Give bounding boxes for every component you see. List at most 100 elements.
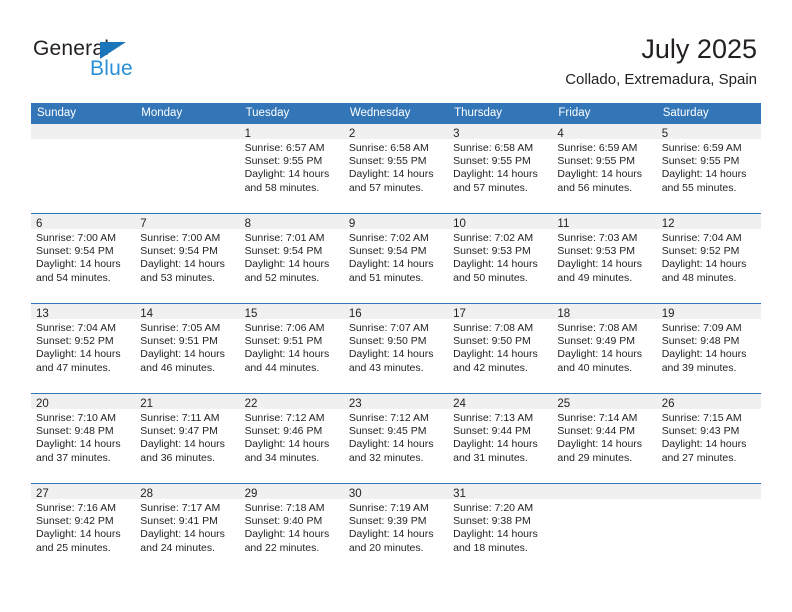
calendar-day-cell[interactable]: 8 Sunrise: 7:01 AM Sunset: 9:54 PM Daylight…: [239, 214, 344, 303]
sunrise-text: Sunrise: 7:14 AM: [557, 412, 638, 424]
daylight-text-line2: and 40 minutes.: [557, 361, 633, 374]
calendar-day-cell[interactable]: 1 Sunrise: 6:57 AM Sunset: 9:55 PM Daylight…: [239, 124, 344, 213]
calendar-day-cell[interactable]: 5 Sunrise: 6:59 AM Sunset: 9:55 PM Daylight…: [656, 124, 761, 213]
calendar-day-cell[interactable]: 2 Sunrise: 6:58 AM Sunset: 9:55 PM Daylight…: [343, 124, 449, 213]
calendar-week-row: 6 Sunrise: 7:00 AM Sunset: 9:54 PM Daylight…: [31, 213, 761, 303]
sunrise-text: Sunrise: 7:13 AM: [453, 412, 534, 424]
calendar-day-cell-empty: [656, 484, 761, 573]
sunset-text: Sunset: 9:46 PM: [244, 425, 323, 438]
sunrise-text: Sunrise: 7:12 AM: [348, 412, 429, 424]
daylight-text-line2: and 37 minutes.: [36, 451, 111, 464]
daylight-text-line2: and 42 minutes.: [453, 361, 528, 374]
calendar-day-cell[interactable]: 26 Sunrise: 7:15 AM Sunset: 9:43 PM Dayligh…: [656, 394, 761, 483]
day-number-band: [135, 124, 240, 139]
calendar-day-cell[interactable]: 7 Sunrise: 7:00 AM Sunset: 9:54 PM Daylight…: [135, 214, 240, 303]
weekday-header-monday: Monday: [141, 107, 183, 119]
calendar-day-cell[interactable]: 20 Sunrise: 7:10 AM Sunset: 9:48 PM Dayligh…: [31, 394, 136, 483]
calendar-day-cell[interactable]: 15 Sunrise: 7:06 AM Sunset: 9:51 PM Dayligh…: [239, 304, 344, 393]
calendar-week-row: 20 Sunrise: 7:10 AM Sunset: 9:48 PM Dayligh…: [31, 393, 761, 483]
calendar-day-cell[interactable]: 19 Sunrise: 7:09 AM Sunset: 9:48 PM Dayligh…: [656, 304, 761, 393]
day-details: Sunrise: 7:04 AM Sunset: 9:52 PM Daylight:…: [31, 319, 135, 375]
calendar-day-cell[interactable]: 18 Sunrise: 7:08 AM Sunset: 9:49 PM Dayligh…: [552, 304, 657, 393]
daylight-text-line2: and 22 minutes.: [244, 541, 320, 554]
weekday-header-saturday: Saturday: [662, 107, 709, 119]
weekday-header-row: Sunday Monday Tuesday Wednesday Thursday…: [31, 103, 761, 124]
daylight-text-line2: and 56 minutes.: [557, 181, 633, 194]
calendar-week-inner: 20 Sunrise: 7:10 AM Sunset: 9:48 PM Dayligh…: [31, 394, 761, 483]
day-number: 25: [557, 398, 571, 410]
general-blue-logo: General Blue: [33, 38, 233, 86]
daylight-text-line2: and 39 minutes.: [661, 361, 737, 374]
calendar-day-cell[interactable]: 24 Sunrise: 7:13 AM Sunset: 9:44 PM Dayligh…: [448, 394, 553, 483]
day-number-band: 21: [135, 394, 240, 410]
day-details: Sunrise: 7:07 AM Sunset: 9:50 PM Daylight:…: [344, 319, 448, 375]
sunrise-text: Sunrise: 7:04 AM: [661, 232, 742, 244]
day-details: Sunrise: 7:14 AM Sunset: 9:44 PM Daylight:…: [552, 409, 656, 465]
calendar-day-cell[interactable]: 25 Sunrise: 7:14 AM Sunset: 9:44 PM Dayligh…: [552, 394, 657, 483]
calendar-day-cell[interactable]: 12 Sunrise: 7:04 AM Sunset: 9:52 PM Dayligh…: [656, 214, 761, 303]
calendar-day-cell[interactable]: 3 Sunrise: 6:58 AM Sunset: 9:55 PM Daylight…: [448, 124, 553, 213]
weekday-header-thursday: Thursday: [454, 107, 503, 119]
day-number: 26: [661, 398, 675, 410]
daylight-text-line1: Daylight: 14 hours: [557, 258, 643, 271]
day-number: 1: [244, 128, 251, 140]
day-details: Sunrise: 6:58 AM Sunset: 9:55 PM Daylight:…: [448, 139, 552, 195]
daylight-text-line1: Daylight: 14 hours: [661, 258, 747, 271]
calendar-day-cell[interactable]: 4 Sunrise: 6:59 AM Sunset: 9:55 PM Daylight…: [552, 124, 657, 213]
daylight-text-line1: Daylight: 14 hours: [453, 258, 538, 271]
day-number-band: 5: [656, 124, 761, 140]
calendar-day-cell-empty: [31, 124, 136, 213]
sunset-text: Sunset: 9:54 PM: [140, 245, 218, 258]
day-number-band: 1: [239, 124, 344, 140]
calendar-day-cell[interactable]: 9 Sunrise: 7:02 AM Sunset: 9:54 PM Daylight…: [343, 214, 449, 303]
sunset-text: Sunset: 9:38 PM: [453, 515, 531, 528]
calendar-day-cell[interactable]: 11 Sunrise: 7:03 AM Sunset: 9:53 PM Dayligh…: [552, 214, 657, 303]
calendar-day-cell[interactable]: 21 Sunrise: 7:11 AM Sunset: 9:47 PM Dayligh…: [135, 394, 240, 483]
sunset-text: Sunset: 9:51 PM: [244, 335, 323, 348]
location-subtitle: Collado, Extremadura, Spain: [565, 71, 757, 88]
sunrise-text: Sunrise: 7:04 AM: [36, 322, 116, 334]
day-number-band: 24: [448, 394, 553, 410]
calendar-day-cell[interactable]: 6 Sunrise: 7:00 AM Sunset: 9:54 PM Daylight…: [31, 214, 136, 303]
daylight-text-line2: and 31 minutes.: [453, 451, 528, 464]
calendar-day-cell[interactable]: 29 Sunrise: 7:18 AM Sunset: 9:40 PM Dayligh…: [239, 484, 344, 573]
sunset-text: Sunset: 9:54 PM: [36, 245, 114, 258]
daylight-text-line2: and 52 minutes.: [244, 271, 320, 284]
calendar-grid: Sunday Monday Tuesday Wednesday Thursday…: [31, 103, 761, 573]
day-number: 8: [244, 218, 251, 230]
calendar-day-cell[interactable]: 28 Sunrise: 7:17 AM Sunset: 9:41 PM Dayligh…: [135, 484, 240, 573]
day-number-band: 3: [448, 124, 553, 140]
sunrise-text: Sunrise: 7:18 AM: [244, 502, 325, 514]
calendar-day-cell[interactable]: 16 Sunrise: 7:07 AM Sunset: 9:50 PM Dayligh…: [343, 304, 449, 393]
calendar-day-cell[interactable]: 23 Sunrise: 7:12 AM Sunset: 9:45 PM Dayligh…: [343, 394, 449, 483]
daylight-text-line1: Daylight: 14 hours: [140, 528, 225, 541]
day-number-band: 30: [343, 484, 449, 500]
daylight-text-line2: and 25 minutes.: [36, 541, 111, 554]
day-number: 4: [557, 128, 564, 140]
day-details: [657, 499, 761, 502]
sunrise-text: Sunrise: 7:02 AM: [348, 232, 429, 244]
day-number: 14: [140, 308, 154, 320]
calendar-day-cell[interactable]: 31 Sunrise: 7:20 AM Sunset: 9:38 PM Dayligh…: [448, 484, 553, 573]
sunrise-text: Sunrise: 7:02 AM: [453, 232, 534, 244]
calendar-day-cell[interactable]: 30 Sunrise: 7:19 AM Sunset: 9:39 PM Dayligh…: [343, 484, 449, 573]
sunset-text: Sunset: 9:47 PM: [140, 425, 218, 438]
calendar-day-cell[interactable]: 10 Sunrise: 7:02 AM Sunset: 9:53 PM Dayligh…: [448, 214, 553, 303]
sunrise-text: Sunrise: 7:08 AM: [453, 322, 534, 334]
calendar-day-cell[interactable]: 14 Sunrise: 7:05 AM Sunset: 9:51 PM Dayligh…: [135, 304, 240, 393]
page-title: July 2025: [641, 34, 757, 64]
sunset-text: Sunset: 9:41 PM: [140, 515, 218, 528]
day-number: 19: [661, 308, 675, 320]
calendar-week-inner: 6 Sunrise: 7:00 AM Sunset: 9:54 PM Daylight…: [31, 214, 761, 303]
sunrise-text: Sunrise: 7:19 AM: [348, 502, 429, 514]
calendar-day-cell[interactable]: 17 Sunrise: 7:08 AM Sunset: 9:50 PM Dayligh…: [448, 304, 553, 393]
day-number: 3: [453, 128, 460, 140]
calendar-day-cell[interactable]: 27 Sunrise: 7:16 AM Sunset: 9:42 PM Dayligh…: [31, 484, 136, 573]
daylight-text-line2: and 34 minutes.: [244, 451, 320, 464]
day-number: 17: [453, 308, 466, 320]
calendar-day-cell[interactable]: 13 Sunrise: 7:04 AM Sunset: 9:52 PM Dayligh…: [31, 304, 136, 393]
calendar-day-cell[interactable]: 22 Sunrise: 7:12 AM Sunset: 9:46 PM Dayligh…: [239, 394, 344, 483]
calendar-page: General Blue July 2025 Collado, Extremad…: [0, 0, 792, 612]
day-number: 15: [244, 308, 258, 320]
daylight-text-line2: and 57 minutes.: [348, 181, 424, 194]
